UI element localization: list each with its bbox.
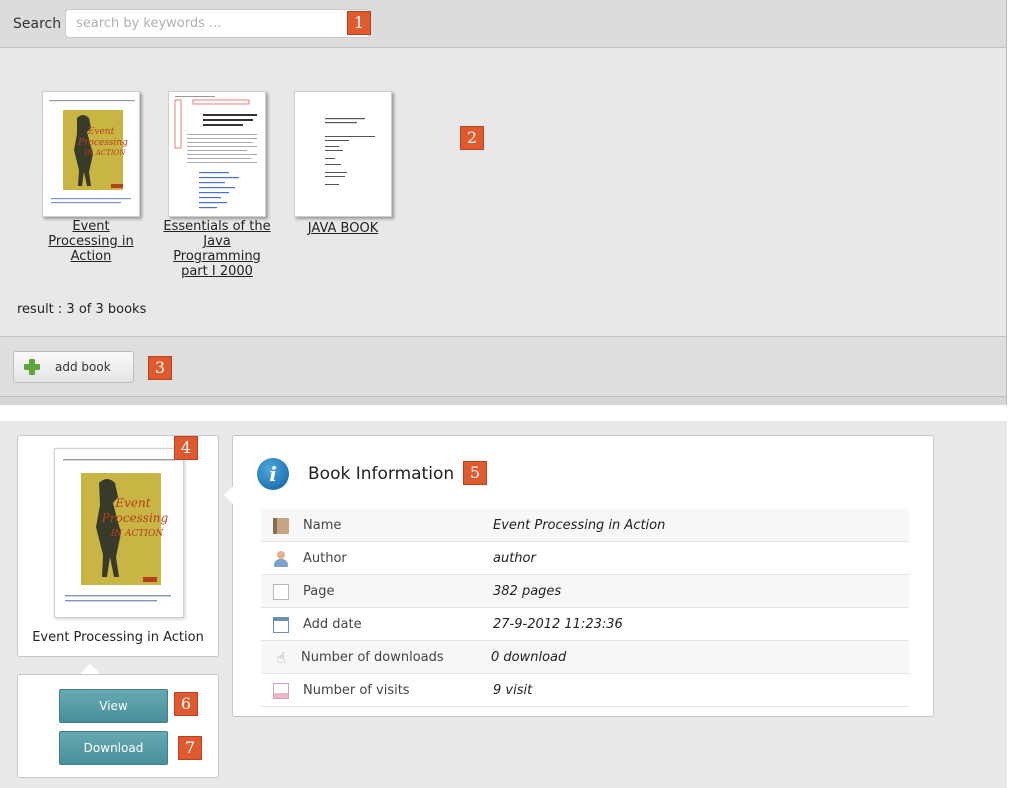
search-input[interactable] — [65, 9, 370, 38]
card-pointer — [80, 664, 100, 674]
book-cover-caption: Event Processing in Action — [32, 630, 204, 645]
download-button[interactable]: Download — [59, 731, 168, 765]
add-book-label: add book — [55, 360, 111, 374]
info-row-label: Name — [303, 518, 342, 533]
plus-icon — [23, 358, 41, 376]
info-row-value: 0 download — [491, 650, 567, 665]
book-item-java-book[interactable]: JAVA BOOK — [288, 91, 398, 236]
info-row-value: 9 visit — [493, 683, 533, 698]
calendar-icon — [273, 617, 289, 633]
book-title-link[interactable]: Event Processing in Action — [36, 219, 146, 264]
marker-7: 7 — [178, 736, 202, 760]
svg-text:Processing: Processing — [77, 138, 128, 148]
info-row-author: Author author — [261, 542, 909, 575]
info-row-label: Page — [303, 584, 335, 599]
marker-2: 2 — [460, 126, 484, 150]
marker-5: 5 — [463, 461, 487, 485]
svg-text:IN ACTION: IN ACTION — [84, 149, 127, 157]
info-row-downloads: ☝ Number of downloads 0 download — [261, 641, 909, 674]
info-row-add-date: Add date 27-9-2012 11:23:36 — [261, 608, 909, 641]
card-pointer — [224, 486, 233, 504]
book-cover-java-essentials[interactable] — [168, 91, 266, 217]
marker-3: 3 — [148, 356, 172, 380]
svg-text:Event: Event — [87, 127, 115, 137]
info-row-visits: Number of visits 9 visit — [261, 674, 909, 707]
book-information-title: Book Information — [308, 464, 455, 484]
search-label: Search — [13, 16, 62, 32]
book-cover-card: Event Processing IN ACTION Event Process… — [17, 435, 219, 657]
svg-text:Event: Event — [114, 496, 150, 510]
book-title-link[interactable]: JAVA BOOK — [288, 221, 398, 236]
svg-text:Processing: Processing — [101, 511, 169, 525]
book-cover-java-book[interactable] — [294, 91, 392, 217]
book-item-java-essentials[interactable]: Essentials of the Java Programming part … — [162, 91, 272, 279]
info-row-value: 27-9-2012 11:23:36 — [493, 617, 623, 632]
book-cover-event-processing[interactable]: Event Processing IN ACTION — [42, 91, 140, 217]
book-list-panel: Search Event Processing IN ACTION Event … — [0, 0, 1007, 405]
search-bar: Search — [0, 0, 1006, 48]
book-actions-card: View Download — [17, 674, 219, 778]
marker-6: 6 — [174, 692, 198, 716]
info-row-value: author — [493, 551, 536, 566]
info-icon: i — [257, 458, 289, 490]
book-icon — [273, 518, 289, 534]
page-icon — [273, 584, 289, 600]
result-count: result : 3 of 3 books — [17, 302, 147, 317]
marker-4: 4 — [174, 436, 198, 460]
info-row-label: Number of visits — [303, 683, 410, 698]
hand-icon: ☝ — [276, 649, 286, 667]
book-information-card: i Book Information Name Event Processing… — [224, 435, 934, 717]
info-row-label: Number of downloads — [301, 650, 444, 665]
svg-text:IN ACTION: IN ACTION — [110, 529, 165, 539]
book-item-event-processing[interactable]: Event Processing IN ACTION Event Process… — [36, 91, 146, 264]
action-bar-footer — [0, 396, 1006, 405]
view-button[interactable]: View — [59, 689, 168, 723]
info-row-page: Page 382 pages — [261, 575, 909, 608]
info-row-name: Name Event Processing in Action — [261, 509, 909, 542]
add-book-button[interactable]: add book — [13, 351, 134, 383]
info-row-label: Author — [303, 551, 347, 566]
info-row-value: 382 pages — [493, 584, 562, 599]
info-row-label: Add date — [303, 617, 362, 632]
book-detail-panel: Event Processing IN ACTION Event Process… — [0, 421, 1007, 788]
book-title-link[interactable]: Essentials of the Java Programming part … — [162, 219, 272, 279]
chart-icon — [273, 683, 289, 699]
book-information-table: Name Event Processing in Action Author a… — [261, 509, 909, 707]
book-cover-large: Event Processing IN ACTION — [54, 448, 184, 618]
marker-1: 1 — [347, 11, 371, 35]
info-row-value: Event Processing in Action — [493, 518, 666, 533]
